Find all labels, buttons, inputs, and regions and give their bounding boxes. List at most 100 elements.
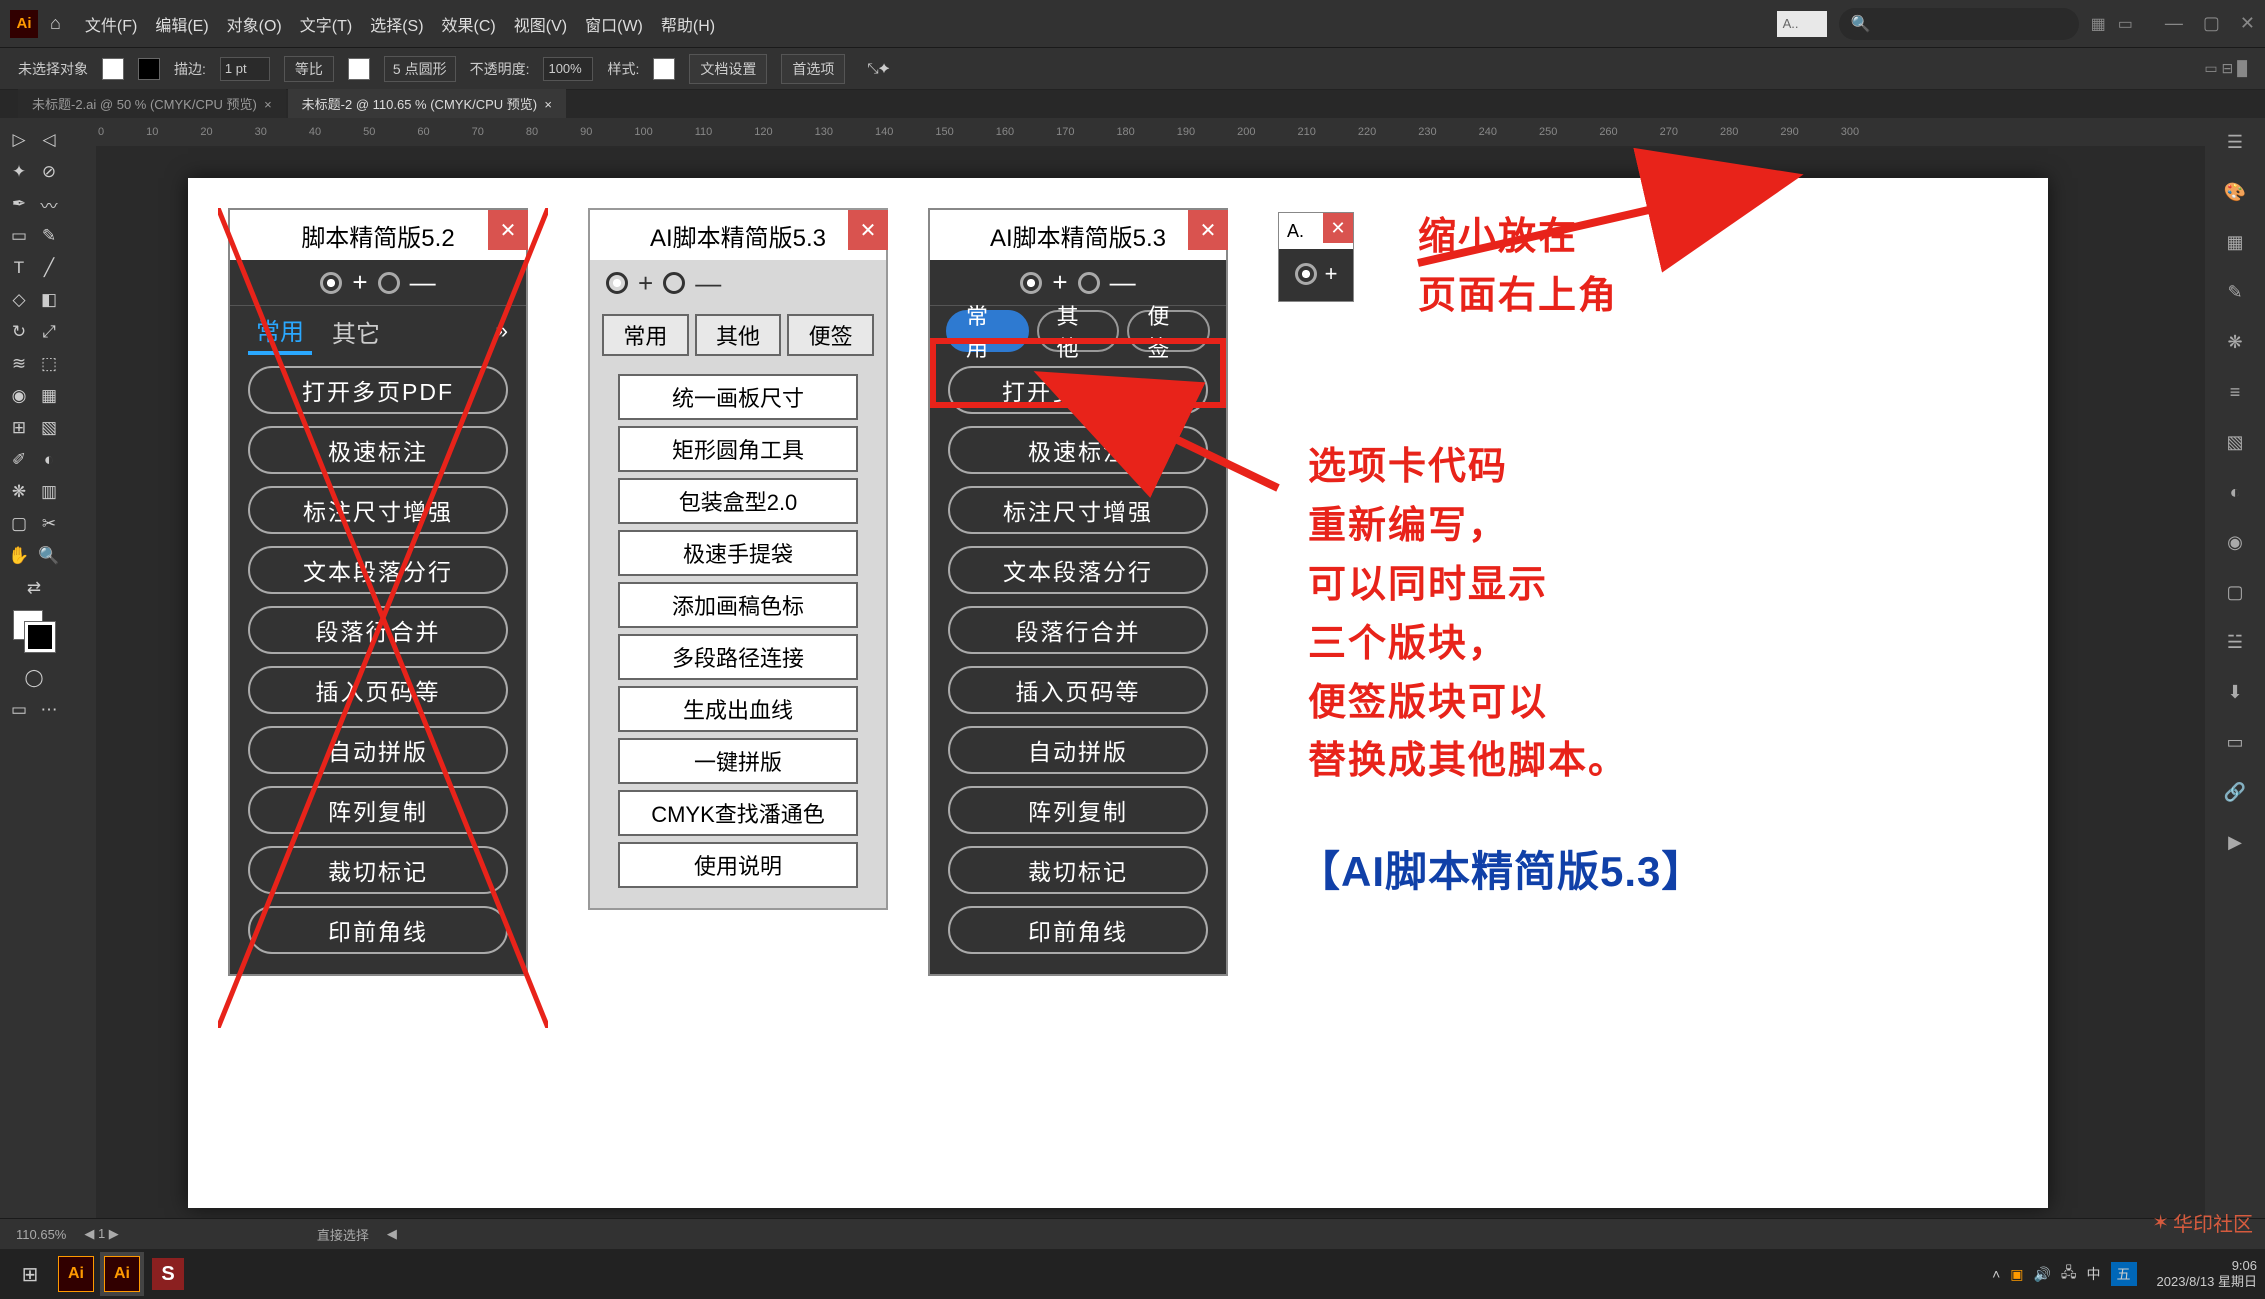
symbols-panel-icon[interactable]: ❋ — [2219, 326, 2251, 358]
btn-page-num[interactable]: 插入页码等 — [248, 666, 508, 714]
btn-box-type[interactable]: 包装盒型2.0 — [618, 478, 858, 524]
blend-tool-icon[interactable]: ◐ — [35, 446, 63, 474]
cursor-icon[interactable]: ⤡✦ — [867, 60, 889, 77]
panel53l-close-icon[interactable]: ✕ — [848, 210, 888, 250]
curve-tool-icon[interactable]: 〰 — [35, 190, 63, 218]
btn-dim-enhance[interactable]: 标注尺寸增强 — [948, 486, 1208, 534]
btn-unify-artboard[interactable]: 统一画板尺寸 — [618, 374, 858, 420]
rotate-tool-icon[interactable]: ↻ — [5, 318, 33, 346]
direct-select-tool-icon[interactable]: ◁ — [35, 126, 63, 154]
artboard-tool-icon[interactable]: ▢ — [5, 510, 33, 538]
taskbar-app-icon[interactable]: S — [146, 1252, 190, 1296]
menu-window[interactable]: 窗口(W) — [579, 8, 649, 40]
free-transform-icon[interactable]: ⬚ — [35, 350, 63, 378]
tray-ime-icon[interactable]: 中 — [2087, 1264, 2101, 1284]
btn-round-rect[interactable]: 矩形圆角工具 — [618, 426, 858, 472]
arrange-icon[interactable]: ▦ — [2091, 14, 2106, 34]
symbol-spray-icon[interactable]: ❋ — [5, 478, 33, 506]
appearance-panel-icon[interactable]: ◉ — [2219, 526, 2251, 558]
selection-tool-icon[interactable]: ▷ — [5, 126, 33, 154]
tab-other[interactable]: 其它 — [324, 310, 388, 353]
search-input[interactable]: 🔍 — [1839, 8, 2079, 40]
radio-icon[interactable] — [606, 272, 628, 294]
perspective-icon[interactable]: ▦ — [35, 382, 63, 410]
btn-cmyk-pantone[interactable]: CMYK查找潘通色 — [618, 790, 858, 836]
radio-icon[interactable] — [1078, 272, 1100, 294]
panel-toggle-icon[interactable]: ▭ ⊟ █ — [2204, 60, 2247, 77]
btn-page-num[interactable]: 插入页码等 — [948, 666, 1208, 714]
btn-crop-marks[interactable]: 裁切标记 — [948, 846, 1208, 894]
graphic-styles-icon[interactable]: ▢ — [2219, 576, 2251, 608]
fill-swatch[interactable] — [102, 58, 124, 80]
scroll-left-icon[interactable]: ◀ — [387, 1226, 397, 1242]
btn-help[interactable]: 使用说明 — [618, 842, 858, 888]
btn-auto-impose[interactable]: 自动拼版 — [948, 726, 1208, 774]
minimize-icon[interactable]: — — [2165, 13, 2183, 34]
canvas[interactable]: 0102030405060708090100110120130140150160… — [68, 118, 2205, 1218]
btn-auto-impose[interactable]: 自动拼版 — [248, 726, 508, 774]
tray-chevron-icon[interactable]: ˄ — [1992, 1266, 2000, 1282]
mesh-tool-icon[interactable]: ⊞ — [5, 414, 33, 442]
chevron-right-icon[interactable]: » — [496, 318, 508, 344]
panel53d-close-icon[interactable]: ✕ — [1188, 210, 1228, 250]
draw-mode-icon[interactable]: ◯ — [20, 664, 48, 692]
hand-tool-icon[interactable]: ✋ — [5, 542, 33, 570]
tab-common[interactable]: 常用 — [248, 308, 312, 355]
tab-notes[interactable]: 便签 — [787, 314, 874, 356]
close-icon[interactable]: ✕ — [2240, 13, 2255, 34]
prefs-button[interactable]: 首选项 — [781, 54, 845, 84]
doc-tab-2[interactable]: 未标题-2 @ 110.65 % (CMYK/CPU 预览) × — [288, 89, 566, 118]
tray-input-icon[interactable]: 五 — [2111, 1262, 2137, 1286]
btn-dim-enhance[interactable]: 标注尺寸增强 — [248, 486, 508, 534]
gradient-panel-icon[interactable]: ▧ — [2219, 426, 2251, 458]
radio-icon[interactable] — [320, 272, 342, 294]
fill-stroke-selector[interactable] — [13, 610, 55, 652]
brushes-panel-icon[interactable]: ✎ — [2219, 276, 2251, 308]
btn-crop-marks[interactable]: 裁切标记 — [248, 846, 508, 894]
menu-object[interactable]: 对象(O) — [221, 8, 288, 40]
color-panel-icon[interactable]: 🎨 — [2219, 176, 2251, 208]
shape-builder-icon[interactable]: ◉ — [5, 382, 33, 410]
swatches-panel-icon[interactable]: ▦ — [2219, 226, 2251, 258]
btn-array-copy[interactable]: 阵列复制 — [248, 786, 508, 834]
stroke-swatch[interactable] — [138, 58, 160, 80]
style-swatch[interactable] — [653, 58, 675, 80]
brush-tool-icon[interactable]: ✎ — [35, 222, 63, 250]
btn-open-pdf[interactable]: 打开多页PDF — [248, 366, 508, 414]
btn-text-split[interactable]: 文本段落分行 — [948, 546, 1208, 594]
btn-array-copy[interactable]: 阵列复制 — [948, 786, 1208, 834]
asset-export-icon[interactable]: ⬇ — [2219, 676, 2251, 708]
menu-type[interactable]: 文字(T) — [294, 8, 358, 40]
radio-icon[interactable] — [1295, 263, 1317, 285]
taskbar-ai-2[interactable]: Ai — [100, 1252, 144, 1296]
wand-tool-icon[interactable]: ✦ — [5, 158, 33, 186]
transparency-panel-icon[interactable]: ◐ — [2219, 476, 2251, 508]
radio-icon[interactable] — [378, 272, 400, 294]
start-menu-icon[interactable]: ⊞ — [8, 1252, 52, 1296]
btn-text-split[interactable]: 文本段落分行 — [248, 546, 508, 594]
workspace-icon[interactable]: ▭ — [2118, 14, 2133, 34]
menu-select[interactable]: 选择(S) — [364, 8, 429, 40]
brush-swatch[interactable] — [348, 58, 370, 80]
stroke-panel-icon[interactable]: ≡ — [2219, 376, 2251, 408]
links-panel-icon[interactable]: 🔗 — [2219, 776, 2251, 808]
maximize-icon[interactable]: ▢ — [2203, 13, 2220, 34]
graph-tool-icon[interactable]: ▥ — [35, 478, 63, 506]
properties-panel-icon[interactable]: ☰ — [2219, 126, 2251, 158]
home-icon[interactable]: ⌂ — [50, 13, 61, 34]
gradient-tool-icon[interactable]: ▧ — [35, 414, 63, 442]
tab-common[interactable]: 常用 — [602, 314, 689, 356]
mini-close-icon[interactable]: ✕ — [1323, 213, 1353, 243]
btn-para-merge[interactable]: 段落行合并 — [948, 606, 1208, 654]
btn-para-merge[interactable]: 段落行合并 — [248, 606, 508, 654]
tray-app-icon[interactable]: ▣ — [2010, 1266, 2023, 1283]
lasso-tool-icon[interactable]: ⊘ — [35, 158, 63, 186]
tab-other[interactable]: 其他 — [695, 314, 782, 356]
line-tool-icon[interactable]: ╱ — [35, 254, 63, 282]
brush-preset[interactable]: 5 点圆形 — [384, 56, 456, 82]
tray-network-icon[interactable]: 🖧 — [2061, 1262, 2077, 1286]
play-icon[interactable]: ▶ — [2219, 826, 2251, 858]
btn-add-swatch[interactable]: 添加画稿色标 — [618, 582, 858, 628]
doc-tab-1[interactable]: 未标题-2.ai @ 50 % (CMYK/CPU 预览) × — [18, 89, 286, 118]
btn-bleed-line[interactable]: 生成出血线 — [618, 686, 858, 732]
